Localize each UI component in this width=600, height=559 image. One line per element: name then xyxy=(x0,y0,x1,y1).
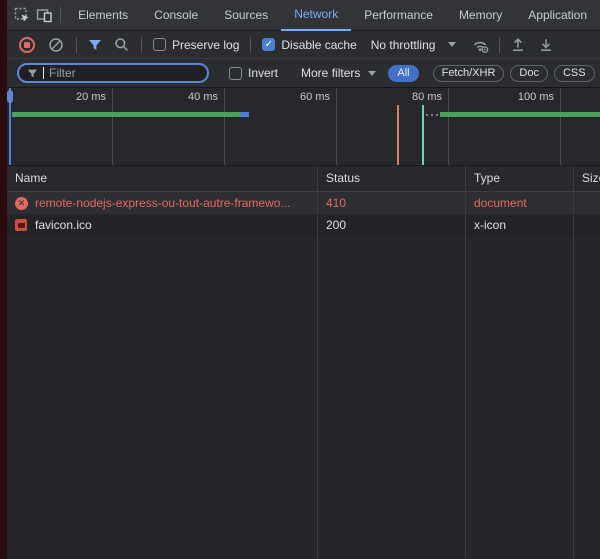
request-size-cell xyxy=(573,214,600,236)
tab-sources[interactable]: Sources xyxy=(211,0,281,31)
filter-toggle-button[interactable] xyxy=(88,38,102,52)
inspect-element-button[interactable] xyxy=(11,2,34,28)
throttling-select[interactable]: No throttling xyxy=(371,38,436,52)
throttling-caret-icon[interactable] xyxy=(448,42,456,47)
invert-checkbox[interactable] xyxy=(229,67,242,80)
preserve-log-label: Preserve log xyxy=(172,38,239,52)
timing-dot xyxy=(436,114,438,116)
filter-pill-doc[interactable]: Doc xyxy=(510,65,548,82)
more-filters-button[interactable]: More filters xyxy=(301,66,360,80)
clear-icon xyxy=(48,37,64,53)
network-filter-bar: Invert More filters All Fetch/XHR Doc CS… xyxy=(7,59,600,88)
request-type-cell: x-icon xyxy=(465,214,573,236)
search-icon xyxy=(114,37,129,52)
filter-pill-all[interactable]: All xyxy=(388,65,418,82)
error-icon: ✕ xyxy=(15,197,28,210)
filter-pill-fetch-xhr[interactable]: Fetch/XHR xyxy=(433,65,505,82)
text-caret xyxy=(43,67,44,79)
empty-type-column xyxy=(465,236,573,559)
tick-label-60ms: 60 ms xyxy=(270,91,330,103)
tab-memory[interactable]: Memory xyxy=(446,0,515,31)
filter-input[interactable] xyxy=(49,66,199,80)
column-header-name[interactable]: Name xyxy=(7,166,317,191)
load-event-line xyxy=(397,105,399,165)
tab-network[interactable]: Network xyxy=(281,0,351,31)
funnel-icon xyxy=(88,38,102,52)
gridline-40ms xyxy=(224,88,225,165)
column-header-status[interactable]: Status xyxy=(317,166,465,191)
import-har-button[interactable] xyxy=(510,37,526,53)
timing-dot xyxy=(426,114,428,116)
tick-label-40ms: 40 ms xyxy=(158,91,218,103)
empty-name-column xyxy=(7,236,317,559)
network-toolbar: Preserve log ✓ Disable cache No throttli… xyxy=(7,31,600,59)
gridline-100ms xyxy=(560,88,561,165)
wifi-gear-icon xyxy=(472,37,489,53)
network-overview-timeline[interactable]: 20 ms 40 ms 60 ms 80 ms 100 ms xyxy=(7,88,600,166)
network-panel: Elements Console Sources Network Perform… xyxy=(7,0,600,559)
devtools-tabbar: Elements Console Sources Network Perform… xyxy=(7,0,600,31)
request-bar-1 xyxy=(12,112,240,117)
requests-table-empty-area xyxy=(7,236,600,559)
disable-cache-label: Disable cache xyxy=(281,38,356,52)
divider xyxy=(76,37,77,53)
record-stop-icon xyxy=(24,42,30,48)
request-status-cell: 200 xyxy=(317,214,465,236)
divider xyxy=(499,37,500,53)
export-har-button[interactable] xyxy=(538,37,554,53)
disable-cache-checkbox[interactable]: ✓ xyxy=(262,38,275,51)
requests-table-header: Name Status Type Size xyxy=(7,166,600,192)
request-size-cell xyxy=(573,192,600,214)
timing-dot xyxy=(431,114,433,116)
invert-label: Invert xyxy=(248,66,278,80)
column-header-type[interactable]: Type xyxy=(465,166,573,191)
tick-label-80ms: 80 ms xyxy=(382,91,442,103)
search-button[interactable] xyxy=(114,37,129,52)
device-toolbar-button[interactable] xyxy=(34,2,57,28)
record-network-log-button[interactable] xyxy=(19,37,35,53)
funnel-icon xyxy=(27,68,38,79)
request-type-cell: document xyxy=(465,192,573,214)
overview-selection-grip[interactable] xyxy=(7,90,13,103)
tab-performance[interactable]: Performance xyxy=(351,0,446,31)
divider xyxy=(141,37,142,53)
divider xyxy=(250,37,251,53)
tab-elements[interactable]: Elements xyxy=(65,0,141,31)
more-filters-caret-icon[interactable] xyxy=(368,71,376,76)
device-toolbar-icon xyxy=(36,7,53,23)
request-bar-1-tip xyxy=(240,112,249,117)
request-bar-2 xyxy=(440,112,600,117)
divider xyxy=(60,7,61,23)
favicon-image-icon xyxy=(15,219,27,231)
download-icon xyxy=(538,37,554,53)
empty-size-column xyxy=(573,236,600,559)
gridline-60ms xyxy=(336,88,337,165)
table-row[interactable]: ✕ remote-nodejs-express-ou-tout-autre-fr… xyxy=(7,192,600,214)
clear-network-log-button[interactable] xyxy=(48,37,64,53)
empty-status-column xyxy=(317,236,465,559)
inspect-cursor-icon xyxy=(14,7,30,23)
column-header-size[interactable]: Size xyxy=(573,166,600,191)
preserve-log-checkbox[interactable] xyxy=(153,38,166,51)
upload-icon xyxy=(510,37,526,53)
devtools-window: Elements Console Sources Network Perform… xyxy=(0,0,600,559)
gridline-20ms xyxy=(112,88,113,165)
tab-application[interactable]: Application xyxy=(515,0,600,31)
filter-pill-css[interactable]: CSS xyxy=(554,65,595,82)
table-row[interactable]: favicon.ico 200 x-icon xyxy=(7,214,600,236)
tab-console[interactable]: Console xyxy=(141,0,211,31)
tick-label-100ms: 100 ms xyxy=(494,91,554,103)
request-name-cell: ✕ remote-nodejs-express-ou-tout-autre-fr… xyxy=(7,192,317,214)
tick-label-20ms: 20 ms xyxy=(46,91,106,103)
page-background-sliver xyxy=(0,0,7,559)
gridline-80ms xyxy=(448,88,449,165)
filter-input-pill[interactable] xyxy=(17,63,209,83)
request-name: remote-nodejs-express-ou-tout-autre-fram… xyxy=(35,192,290,214)
network-conditions-button[interactable] xyxy=(472,37,489,53)
request-name-cell: favicon.ico xyxy=(7,214,317,236)
dom-content-loaded-line xyxy=(422,105,424,165)
request-name: favicon.ico xyxy=(35,214,92,236)
request-status-cell: 410 xyxy=(317,192,465,214)
